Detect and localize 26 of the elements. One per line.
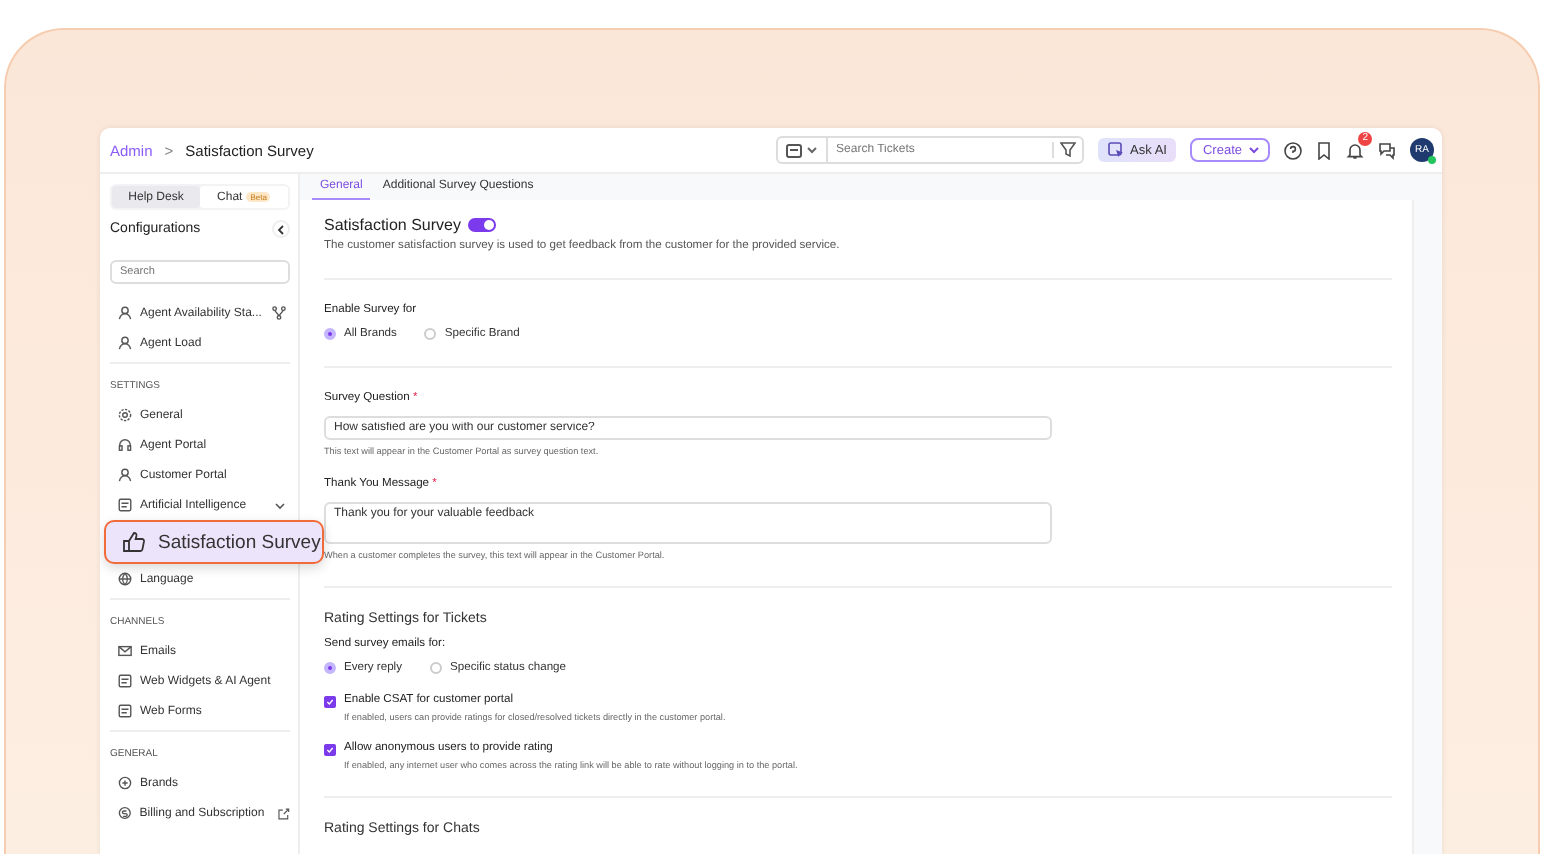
survey-title: Satisfaction Survey xyxy=(324,216,461,234)
chevron-down-icon xyxy=(274,501,286,509)
ticket-view-icon xyxy=(786,143,803,157)
checkbox[interactable] xyxy=(324,696,336,708)
chevron-down-icon xyxy=(806,146,819,154)
external-link-icon xyxy=(278,807,290,819)
gear-icon xyxy=(118,408,132,422)
person-icon xyxy=(118,336,132,350)
sidebar-item[interactable]: Satisfaction Survey xyxy=(104,520,324,564)
thumbs-up-icon xyxy=(122,530,146,554)
bookmark-icon[interactable] xyxy=(1316,141,1332,159)
collapse-sidebar-button[interactable] xyxy=(272,220,290,238)
chat-bubbles-icon[interactable] xyxy=(1378,141,1396,159)
person-icon xyxy=(118,468,132,482)
mail-icon xyxy=(118,644,132,658)
brand-icon xyxy=(118,776,132,790)
globe-icon xyxy=(118,572,132,586)
chevron-down-icon xyxy=(1248,146,1260,154)
billing-icon xyxy=(118,806,132,820)
checkbox[interactable] xyxy=(324,744,336,756)
hierarchy-icon xyxy=(272,306,286,320)
headset-icon xyxy=(118,438,132,452)
bell-icon[interactable] xyxy=(1346,141,1364,159)
survey-toggle[interactable] xyxy=(468,218,497,232)
help-icon[interactable] xyxy=(1284,141,1302,159)
person-icon xyxy=(118,306,132,320)
